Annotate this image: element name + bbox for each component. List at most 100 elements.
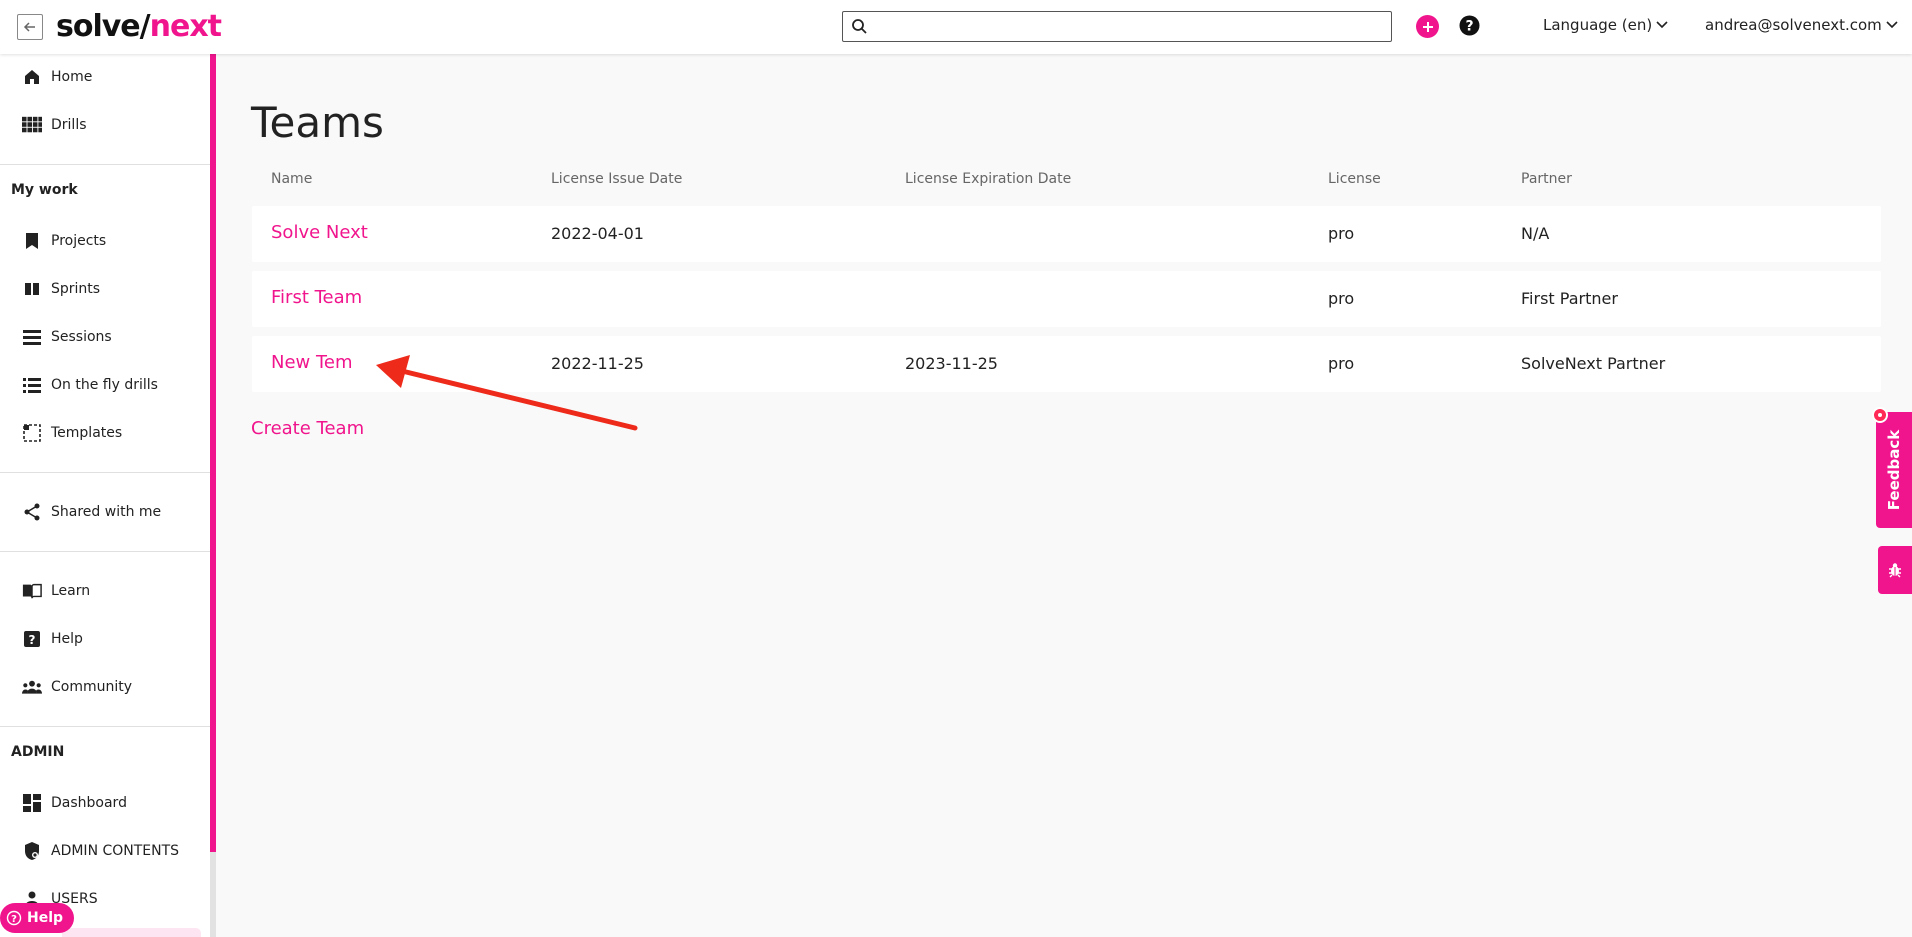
sidebar-item-sessions[interactable]: Sessions — [0, 317, 210, 357]
help-button[interactable]: ? — [1458, 14, 1481, 37]
logo-part-1: solve/ — [56, 9, 151, 44]
sidebar-item-learn[interactable]: Learn — [0, 571, 210, 611]
sidebar-item-help[interactable]: ? Help — [0, 619, 210, 659]
share-icon — [22, 502, 42, 522]
team-name-link[interactable]: Solve Next — [271, 222, 368, 243]
language-label: Language (en) — [1543, 16, 1653, 34]
svg-text:?: ? — [1465, 19, 1473, 35]
sidebar-item-label: On the fly drills — [51, 377, 158, 393]
bug-icon — [1889, 563, 1901, 578]
chevron-down-icon — [1886, 21, 1898, 29]
sidebar-item-on-the-fly-drills[interactable]: On the fly drills — [0, 365, 210, 405]
collapse-sidebar-button[interactable] — [17, 14, 43, 40]
my-work-heading: My work — [11, 182, 78, 198]
sidebar-item-dashboard[interactable]: Dashboard — [0, 783, 210, 823]
user-email: andrea@solvenext.com — [1705, 16, 1882, 34]
list-icon — [22, 327, 42, 347]
sidebar-item-templates[interactable]: Templates — [0, 413, 210, 453]
sidebar-scrollbar-thumb[interactable] — [210, 54, 216, 852]
license-type: pro — [1328, 354, 1355, 373]
question-icon: ? — [22, 629, 42, 649]
sidebar-item-label: Help — [51, 631, 83, 647]
table-row[interactable]: New Tem 2022-11-25 2023-11-25 pro SolveN… — [252, 336, 1881, 392]
sidebar-item-shared-with-me[interactable]: Shared with me — [0, 492, 210, 532]
people-icon — [22, 677, 42, 697]
sidebar-item-label: Home — [51, 69, 93, 85]
feedback-tab[interactable]: Feedback — [1876, 412, 1912, 528]
sidebar-scrollbar-track[interactable] — [210, 852, 216, 937]
solvenext-logo[interactable]: solve/next — [56, 8, 222, 46]
sidebar-divider — [0, 472, 210, 473]
column-header-partner[interactable]: Partner — [1521, 171, 1572, 187]
sidebar-item-label: ADMIN CONTENTS — [51, 843, 180, 859]
help-pill-label: Help — [27, 910, 64, 926]
sidebar-item-label: Community — [51, 679, 133, 695]
column-header-license[interactable]: License — [1328, 171, 1381, 187]
question-circle-icon: ? — [1459, 15, 1480, 36]
svg-text:?: ? — [29, 633, 36, 647]
bookmark-icon — [22, 231, 42, 251]
feedback-label: Feedback — [1885, 429, 1904, 511]
feedback-notification-dot — [1872, 407, 1888, 423]
grid-icon — [22, 115, 42, 135]
search-input[interactable] — [873, 15, 1383, 38]
svg-text:?: ? — [11, 914, 17, 925]
table-row[interactable]: Solve Next 2022-04-01 pro N/A — [252, 206, 1881, 262]
page-title: Teams — [251, 98, 384, 147]
partner-name: First Partner — [1521, 289, 1618, 308]
sidebar-item-home[interactable]: Home — [0, 57, 210, 97]
dashboard-icon — [22, 793, 42, 813]
sidebar-item-label: Dashboard — [51, 795, 127, 811]
home-icon — [22, 67, 42, 87]
sidebar-divider — [0, 726, 210, 727]
license-issue-date: 2022-04-01 — [551, 224, 644, 243]
admin-heading: ADMIN — [11, 744, 65, 760]
column-header-expiration-date[interactable]: License Expiration Date — [905, 171, 1071, 187]
license-type: pro — [1328, 289, 1355, 308]
sidebar-item-label: Sessions — [51, 329, 112, 345]
top-bar: solve/next ? Language (en) andrea@solven… — [0, 0, 1912, 54]
report-bug-tab[interactable] — [1878, 546, 1912, 594]
book-icon — [22, 581, 42, 601]
chevron-down-icon — [1656, 21, 1668, 29]
sidebar-item-admin-contents[interactable]: ADMIN CONTENTS — [0, 831, 210, 871]
template-icon — [22, 423, 42, 443]
sidebar-item-label: Sprints — [51, 281, 101, 297]
sidebar-divider — [0, 551, 210, 552]
column-header-name[interactable]: Name — [271, 171, 312, 187]
columns-icon — [22, 279, 42, 299]
help-pill-button[interactable]: ? Help — [0, 903, 74, 933]
sidebar-item-drills[interactable]: Drills — [0, 105, 210, 145]
feedback-tab-text: Feedback — [1876, 412, 1912, 528]
column-header-issue-date[interactable]: License Issue Date — [551, 171, 682, 187]
shield-icon — [22, 841, 42, 861]
team-name-link[interactable]: New Tem — [271, 352, 353, 373]
license-issue-date: 2022-11-25 — [551, 354, 644, 373]
sidebar-item-label: Drills — [51, 117, 87, 133]
arrow-left-icon — [23, 22, 35, 32]
create-team-link[interactable]: Create Team — [251, 418, 364, 439]
sidebar-item-label: Templates — [51, 425, 123, 441]
plus-icon — [1422, 21, 1433, 32]
table-row[interactable]: First Team pro First Partner — [252, 271, 1881, 327]
question-circle-icon: ? — [6, 910, 22, 926]
sidebar-item-sprints[interactable]: Sprints — [0, 269, 210, 309]
language-dropdown[interactable]: Language (en) — [1543, 16, 1668, 34]
search-box — [842, 11, 1392, 42]
sidebar-item-projects[interactable]: Projects — [0, 221, 210, 261]
sidebar-item-community[interactable]: Community — [0, 667, 210, 707]
sidebar-next-item — [62, 928, 201, 937]
partner-name: SolveNext Partner — [1521, 354, 1666, 373]
sidebar-item-label: Learn — [51, 583, 91, 599]
sidebar-item-label: Shared with me — [51, 504, 162, 520]
license-type: pro — [1328, 224, 1355, 243]
team-name-link[interactable]: First Team — [271, 287, 362, 308]
search-icon — [852, 19, 867, 34]
list-bullets-icon — [22, 375, 42, 395]
partner-name: N/A — [1521, 224, 1550, 243]
user-menu[interactable]: andrea@solvenext.com — [1705, 16, 1898, 34]
sidebar-item-label: Projects — [51, 233, 107, 249]
sidebar-divider — [0, 164, 210, 165]
sidebar: Home Drills My work Projects Sprints Ses… — [0, 54, 210, 937]
add-button[interactable] — [1416, 15, 1439, 38]
